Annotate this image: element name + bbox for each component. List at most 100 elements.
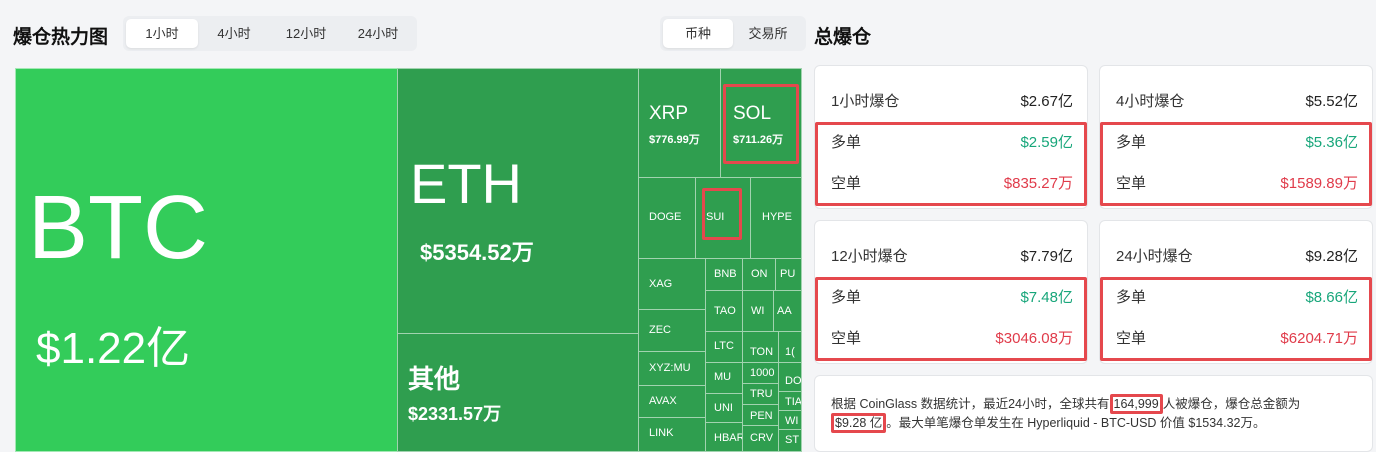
treemap-cell-on[interactable]: ON bbox=[742, 258, 776, 291]
sui-symbol: SUI bbox=[706, 211, 725, 223]
card-total: $7.79亿 bbox=[1020, 247, 1073, 265]
wl-symbol: WI bbox=[785, 415, 799, 427]
zec-symbol: ZEC bbox=[649, 324, 671, 336]
k1000-symbol: 1000 bbox=[750, 367, 775, 379]
pu-symbol: PU bbox=[780, 268, 796, 280]
treemap-cell-ton[interactable]: TON bbox=[742, 331, 779, 363]
treemap-cell-link[interactable]: LINK bbox=[638, 417, 706, 452]
long-label: 多单 bbox=[831, 133, 862, 151]
summary-text: 根据 CoinGlass 数据统计，最近24小时，全球共有 164,999 人被爆仓… bbox=[814, 375, 1373, 452]
treemap-cell-xyz-mu[interactable]: XYZ:MU bbox=[638, 351, 706, 386]
long-label: 多单 bbox=[1116, 133, 1147, 151]
treemap-cell-ltc[interactable]: LTC bbox=[705, 331, 743, 363]
long-value: $7.48亿 bbox=[1020, 288, 1073, 306]
card-24h: 24小时爆仓 $9.28亿 多单 $8.66亿 空单 $6204.71万 bbox=[1099, 220, 1373, 364]
tab-12h[interactable]: 12小时 bbox=[270, 19, 342, 48]
tab-coin[interactable]: 币种 bbox=[663, 19, 733, 48]
card-total: $9.28亿 bbox=[1305, 247, 1358, 265]
tab-4h[interactable]: 4小时 bbox=[198, 19, 270, 48]
short-label: 空单 bbox=[1116, 329, 1147, 347]
treemap-cell-hype[interactable]: HYPE bbox=[750, 177, 802, 259]
st-symbol: ST bbox=[785, 434, 800, 446]
aa-symbol: AA bbox=[777, 305, 792, 317]
treemap-cell-zec[interactable]: ZEC bbox=[638, 309, 706, 352]
short-label: 空单 bbox=[831, 329, 862, 347]
tia-symbol: TIA bbox=[785, 396, 802, 408]
tab-1h[interactable]: 1小时 bbox=[126, 19, 198, 48]
short-value: $1589.89万 bbox=[1280, 174, 1358, 192]
xag-symbol: XAG bbox=[649, 278, 673, 290]
treemap-cell-tia[interactable]: TIA bbox=[778, 391, 802, 411]
long-value: $8.66亿 bbox=[1305, 288, 1358, 306]
treemap-cell-eth[interactable]: ETH $5354.52万 bbox=[397, 68, 639, 334]
card-1h: 1小时爆仓 $2.67亿 多单 $2.59亿 空单 $835.27万 bbox=[814, 65, 1088, 209]
treemap-cell-pen[interactable]: PEN bbox=[742, 404, 779, 426]
treemap-cell-1000[interactable]: 1000 bbox=[742, 362, 779, 384]
card-total: $5.52亿 bbox=[1305, 92, 1358, 110]
liquidated-count: 164,999 bbox=[1109, 394, 1163, 414]
card-title: 4小时爆仓 bbox=[1116, 92, 1185, 110]
treemap-cell-crv[interactable]: CRV bbox=[742, 425, 779, 452]
one-symbol: 1( bbox=[785, 346, 795, 358]
treemap-cell-sui[interactable]: SUI bbox=[695, 177, 751, 259]
short-label: 空单 bbox=[1116, 174, 1147, 192]
treemap-cell-aa[interactable]: AA bbox=[773, 290, 802, 332]
time-range-tabs: 1小时 4小时 12小时 24小时 bbox=[123, 16, 417, 51]
long-value: $2.59亿 bbox=[1020, 133, 1073, 151]
on-symbol: ON bbox=[751, 268, 768, 280]
eth-value: $5354.52万 bbox=[420, 240, 534, 265]
treemap-cell-st[interactable]: ST bbox=[778, 429, 802, 452]
treemap-cell-pu[interactable]: PU bbox=[775, 258, 802, 291]
long-label: 多单 bbox=[831, 288, 862, 306]
avax-symbol: AVAX bbox=[649, 395, 677, 407]
tru-symbol: TRU bbox=[750, 388, 773, 400]
total-liquidation-title: 总爆仓 bbox=[814, 27, 872, 48]
treemap-cell-hbar[interactable]: HBAR bbox=[705, 422, 743, 452]
short-value: $6204.71万 bbox=[1280, 329, 1358, 347]
summary-part-1: 根据 CoinGlass 数据统计，最近24小时，全球共有 bbox=[831, 397, 1110, 411]
treemap-cell-doge[interactable]: DOGE bbox=[638, 177, 696, 259]
treemap-cell-do[interactable]: DO bbox=[778, 362, 802, 392]
summary-part-2: 人被爆仓，爆仓总金额为 bbox=[1162, 397, 1301, 411]
treemap-cell-tao[interactable]: TAO bbox=[705, 290, 743, 332]
group-tabs: 币种 交易所 bbox=[660, 16, 806, 51]
short-label: 空单 bbox=[831, 174, 862, 192]
xrp-value: $776.99万 bbox=[649, 134, 700, 146]
card-title: 1小时爆仓 bbox=[831, 92, 900, 110]
treemap-cell-uni[interactable]: UNI bbox=[705, 393, 743, 423]
treemap-cell-xrp[interactable]: XRP $776.99万 bbox=[638, 68, 721, 178]
short-value: $3046.08万 bbox=[995, 329, 1073, 347]
card-title: 12小时爆仓 bbox=[831, 247, 908, 265]
treemap-cell-xag[interactable]: XAG bbox=[638, 258, 706, 310]
tab-exchange[interactable]: 交易所 bbox=[733, 19, 803, 48]
bnb-symbol: BNB bbox=[714, 268, 737, 280]
long-label: 多单 bbox=[1116, 288, 1147, 306]
short-value: $835.27万 bbox=[1003, 174, 1073, 192]
card-4h: 4小时爆仓 $5.52亿 多单 $5.36亿 空单 $1589.89万 bbox=[1099, 65, 1373, 209]
liquidation-page: 爆仓热力图 1小时 4小时 12小时 24小时 币种 交易所 总爆仓 BTC $… bbox=[0, 0, 1376, 452]
tab-24h[interactable]: 24小时 bbox=[342, 19, 414, 48]
treemap-cell-mu[interactable]: MU bbox=[705, 362, 743, 394]
ltc-symbol: LTC bbox=[714, 340, 734, 352]
treemap-cell-tru[interactable]: TRU bbox=[742, 383, 779, 405]
crv-symbol: CRV bbox=[750, 432, 774, 444]
treemap-cell-one[interactable]: 1( bbox=[778, 331, 802, 363]
uni-symbol: UNI bbox=[714, 402, 733, 414]
ton-symbol: TON bbox=[750, 346, 774, 358]
hype-symbol: HYPE bbox=[762, 211, 792, 223]
sol-symbol: SOL bbox=[733, 103, 772, 124]
treemap-cell-wi[interactable]: WI bbox=[742, 290, 774, 332]
other-symbol: 其他 bbox=[408, 364, 461, 394]
treemap-cell-avax[interactable]: AVAX bbox=[638, 385, 706, 418]
treemap-cell-bnb[interactable]: BNB bbox=[705, 258, 743, 291]
long-value: $5.36亿 bbox=[1305, 133, 1358, 151]
summary-part-3: 。最大单笔爆仓单发生在 Hyperliquid - BTC-USD 价值 $15… bbox=[886, 416, 1266, 430]
hbar-symbol: HBAR bbox=[714, 432, 743, 444]
treemap-cell-wl[interactable]: WI bbox=[778, 410, 802, 430]
treemap-cell-btc[interactable]: BTC $1.22亿 bbox=[15, 68, 398, 452]
treemap-cell-sol[interactable]: SOL $711.26万 bbox=[720, 68, 802, 178]
xyz-mu-symbol: XYZ:MU bbox=[649, 362, 691, 374]
other-value: $2331.57万 bbox=[408, 404, 502, 424]
total-amount: $9.28 亿 bbox=[831, 413, 887, 433]
treemap-cell-other[interactable]: 其他 $2331.57万 bbox=[397, 333, 639, 452]
